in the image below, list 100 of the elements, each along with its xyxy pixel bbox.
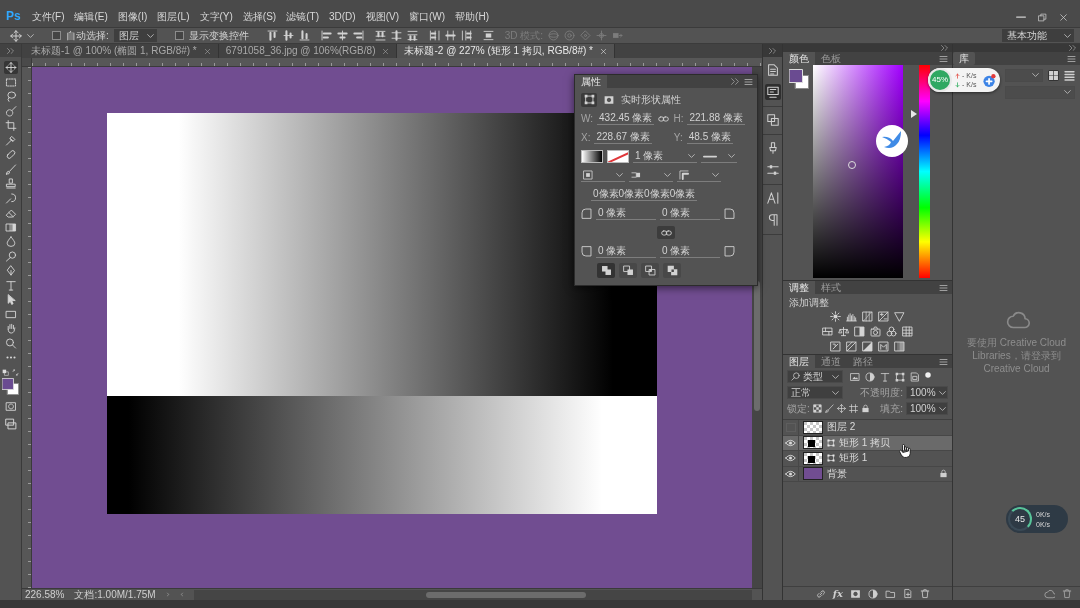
distribute-icon[interactable] bbox=[406, 30, 418, 41]
eye-icon[interactable] bbox=[785, 454, 796, 463]
balance-scale-icon[interactable] bbox=[838, 326, 849, 337]
width-field[interactable]: 432.45 像素 bbox=[597, 112, 655, 125]
collapse-icon[interactable] bbox=[731, 78, 739, 85]
blend-mode-dropdown[interactable]: 正常 bbox=[787, 386, 843, 399]
align-icon[interactable] bbox=[320, 30, 332, 41]
half-filled-square-icon[interactable] bbox=[854, 326, 865, 337]
screen-mode-icon[interactable] bbox=[4, 418, 17, 430]
effects-button[interactable]: fx bbox=[832, 587, 843, 600]
dot-icon[interactable] bbox=[925, 371, 931, 378]
default-colors-icon[interactable] bbox=[2, 369, 9, 376]
distribute-icon[interactable] bbox=[460, 30, 472, 41]
quick-mask-icon[interactable] bbox=[4, 401, 17, 412]
zoom-level[interactable]: 226.58% bbox=[25, 588, 65, 601]
list-view-icon[interactable] bbox=[1064, 69, 1075, 81]
menu-item[interactable]: 文字(Y) bbox=[198, 11, 234, 23]
brush-icon[interactable] bbox=[3, 162, 18, 176]
align-icon[interactable] bbox=[266, 30, 278, 41]
grid-view-icon[interactable] bbox=[1048, 69, 1059, 81]
checkbox[interactable] bbox=[174, 31, 184, 40]
foreground-background-icon[interactable] bbox=[789, 69, 809, 89]
target-dropdown[interactable]: 图层 bbox=[113, 29, 157, 42]
menu-item[interactable]: 图像(I) bbox=[116, 11, 149, 23]
menu-item[interactable]: 选择(S) bbox=[241, 11, 278, 23]
cloud-icon[interactable] bbox=[1044, 588, 1055, 599]
slider-thumb-icon[interactable] bbox=[911, 110, 917, 118]
eye-icon[interactable] bbox=[785, 438, 796, 447]
close-icon[interactable] bbox=[203, 47, 211, 55]
corner-icon[interactable] bbox=[581, 246, 592, 257]
panel-tab[interactable]: 图层 bbox=[783, 355, 815, 368]
checkbox[interactable] bbox=[52, 31, 61, 40]
menu-item[interactable]: 文件(F) bbox=[30, 11, 66, 23]
menu-icon[interactable] bbox=[939, 54, 948, 63]
corner-icon[interactable] bbox=[724, 246, 735, 257]
corner-radii-field[interactable]: 0像素0像素0像素0像素 bbox=[591, 188, 698, 201]
layer-row[interactable]: 背景 bbox=[783, 466, 952, 482]
lock-icon[interactable] bbox=[860, 404, 870, 413]
intersect-shapes-button[interactable] bbox=[641, 263, 659, 278]
align-icon[interactable] bbox=[352, 30, 364, 41]
dodge-icon[interactable] bbox=[3, 249, 18, 263]
combine-shapes-button[interactable] bbox=[597, 263, 615, 278]
posterize-icon[interactable] bbox=[846, 341, 857, 352]
hue-saturation-icon[interactable] bbox=[822, 326, 833, 337]
link-icon[interactable] bbox=[815, 588, 826, 599]
menu-item[interactable]: 编辑(E) bbox=[73, 11, 109, 23]
workspace-dropdown[interactable]: 基本功能 bbox=[1002, 29, 1074, 42]
histogram-icon[interactable] bbox=[846, 311, 857, 322]
move-icon[interactable] bbox=[836, 404, 846, 413]
height-field[interactable]: 221.88 像素 bbox=[687, 112, 745, 125]
type-icon[interactable] bbox=[3, 278, 18, 292]
character-icon[interactable] bbox=[764, 190, 781, 206]
mask-icon[interactable] bbox=[603, 94, 615, 105]
stroke-align-dropdown[interactable] bbox=[581, 169, 625, 182]
menu-item[interactable]: 帮助(H) bbox=[454, 11, 490, 23]
artboard-icon[interactable] bbox=[848, 404, 858, 413]
half-circle-icon[interactable] bbox=[868, 588, 878, 599]
move-icon[interactable] bbox=[3, 61, 18, 74]
align-icon[interactable] bbox=[298, 30, 310, 41]
menu-icon[interactable] bbox=[744, 77, 753, 86]
eye-icon[interactable] bbox=[785, 469, 796, 478]
document-tab[interactable]: 未标题-2 @ 227% (矩形 1 拷贝, RGB/8#) * bbox=[397, 44, 615, 58]
sliders-icon[interactable] bbox=[764, 162, 781, 178]
mask-icon[interactable] bbox=[850, 588, 861, 599]
corner-radius-field[interactable]: 0 像素 bbox=[660, 245, 720, 258]
three-circles-icon[interactable] bbox=[886, 326, 897, 337]
half-circle-icon[interactable] bbox=[865, 371, 875, 382]
link-corners-button[interactable] bbox=[657, 226, 675, 239]
line-cap-dropdown[interactable] bbox=[629, 169, 673, 182]
color-field[interactable] bbox=[813, 65, 903, 278]
collapse-icon[interactable] bbox=[1069, 45, 1076, 51]
gradient-icon[interactable] bbox=[3, 220, 18, 234]
corner-radius-field[interactable]: 0 像素 bbox=[660, 207, 720, 220]
transform-box-icon[interactable] bbox=[895, 371, 905, 382]
panel-tab[interactable]: 库 bbox=[953, 52, 975, 65]
gradient-map-icon[interactable] bbox=[878, 341, 889, 352]
menu-item[interactable]: 视图(V) bbox=[364, 11, 400, 23]
panel-tab[interactable]: 路径 bbox=[847, 355, 879, 368]
line-join-dropdown[interactable] bbox=[677, 169, 721, 182]
new-layer-icon[interactable] bbox=[903, 588, 913, 599]
collapse-icon[interactable] bbox=[7, 47, 14, 54]
selective-color-icon[interactable] bbox=[894, 341, 905, 352]
brush-icon[interactable] bbox=[824, 404, 834, 413]
transform-box-icon[interactable] bbox=[583, 94, 595, 105]
grid-icon[interactable] bbox=[902, 326, 913, 337]
distribute-icon[interactable] bbox=[390, 30, 402, 41]
exposure-icon[interactable] bbox=[878, 311, 889, 322]
overlapping-squares-icon[interactable] bbox=[764, 112, 781, 128]
caret-icon[interactable] bbox=[27, 33, 34, 38]
stamp-icon[interactable] bbox=[3, 177, 18, 190]
subtract-shapes-button[interactable] bbox=[619, 263, 637, 278]
hue-slider[interactable] bbox=[911, 65, 930, 278]
invert-icon[interactable] bbox=[830, 341, 841, 352]
swap-colors-icon[interactable] bbox=[12, 369, 19, 376]
curves-icon[interactable] bbox=[862, 311, 873, 322]
history-brush-icon[interactable] bbox=[3, 191, 18, 205]
magnifier-icon[interactable] bbox=[3, 336, 18, 350]
eyedropper-icon[interactable] bbox=[3, 133, 18, 147]
y-field[interactable]: 48.5 像素 bbox=[686, 131, 733, 144]
trash-icon[interactable] bbox=[1062, 588, 1072, 599]
